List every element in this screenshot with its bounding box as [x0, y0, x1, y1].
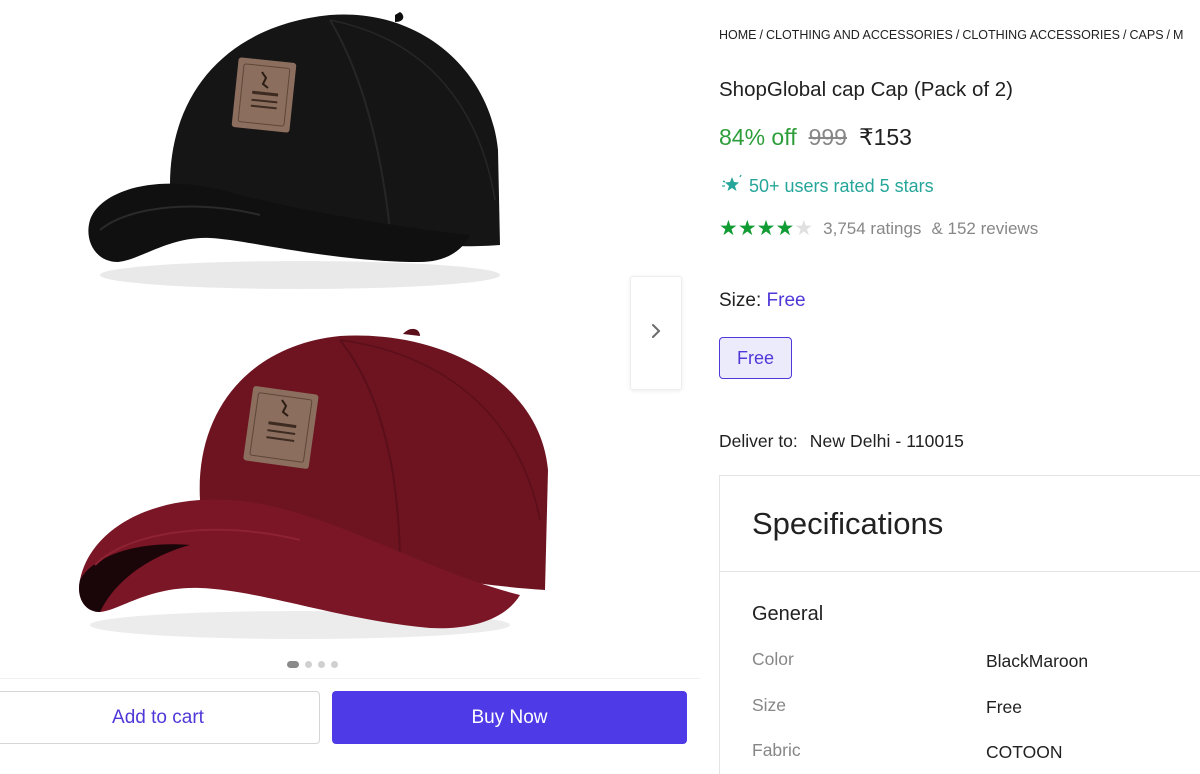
breadcrumb-current[interactable]: M: [1173, 28, 1183, 42]
star-filled-icon: ★: [775, 217, 795, 240]
price-row: 84% off 999 ₹153: [719, 124, 912, 151]
chevron-right-icon: [649, 322, 663, 345]
specifications-heading: Specifications: [720, 476, 1200, 572]
spec-value: Free: [986, 697, 1022, 717]
selling-price: ₹153: [858, 124, 912, 150]
star-filled-icon: ★: [719, 217, 738, 240]
product-title: ShopGlobal cap Cap (Pack of 2): [719, 78, 1013, 101]
breadcrumb: HOME / CLOTHING AND ACCESSORIES / CLOTHING A…: [719, 28, 1184, 42]
buy-now-button[interactable]: Buy Now: [332, 691, 687, 744]
breadcrumb-clothing-accessories[interactable]: CLOTHING ACCESSORIES: [962, 28, 1120, 42]
product-gallery: Add to cart Buy Now: [0, 0, 700, 774]
spec-key: Fabric: [752, 740, 801, 760]
add-to-cart-button[interactable]: Add to cart: [0, 691, 320, 744]
star-empty-icon: ★: [794, 217, 814, 240]
deliver-address: New Delhi - 110015: [809, 431, 964, 451]
rated-badge: 50+ users rated 5 stars: [721, 174, 934, 199]
rated-badge-text: 50+ users rated 5 stars: [749, 176, 934, 196]
carousel-dot[interactable]: [305, 661, 312, 668]
original-price: 999: [808, 124, 847, 150]
delivery-location[interactable]: Deliver to: New Delhi - 110015: [719, 431, 964, 452]
spec-value: BlackMaroon: [986, 651, 1089, 671]
sparkle-star-icon: [721, 174, 743, 199]
carousel-indicators: [287, 661, 338, 668]
star-rating: ★ ★ ★ ★ ★: [719, 218, 813, 239]
rating-summary[interactable]: ★ ★ ★ ★ ★ 3,754 ratings & 152 reviews: [719, 218, 1038, 239]
action-bar: Add to cart Buy Now: [0, 678, 700, 774]
star-filled-icon: ★: [756, 217, 776, 240]
ratings-count: 3,754 ratings: [823, 218, 922, 238]
spec-key: Size: [752, 695, 787, 715]
breadcrumb-home[interactable]: HOME: [719, 28, 757, 42]
next-image-button[interactable]: [630, 276, 682, 390]
breadcrumb-clothing-and-accessories[interactable]: CLOTHING AND ACCESSORIES: [766, 28, 953, 42]
star-filled-icon: ★: [737, 217, 757, 240]
black-cap-image: [88, 12, 500, 289]
size-selector-label: Size: Free: [719, 290, 806, 312]
size-option-free[interactable]: Free: [719, 337, 792, 379]
maroon-cap-image: [79, 328, 548, 639]
reviews-count: & 152 reviews: [931, 218, 1039, 238]
spec-group-title: General: [752, 603, 824, 625]
product-image[interactable]: [0, 0, 640, 655]
specifications-panel: Specifications General Color BlackMaroon…: [719, 475, 1200, 774]
breadcrumb-caps[interactable]: CAPS: [1130, 28, 1164, 42]
selected-size: Free: [766, 290, 806, 311]
discount-percent: 84% off: [719, 124, 797, 150]
carousel-dot[interactable]: [331, 661, 338, 668]
deliver-label: Deliver to:: [719, 431, 798, 451]
product-info: HOME / CLOTHING AND ACCESSORIES / CLOTHING A…: [719, 0, 1200, 774]
spec-key: Color: [752, 649, 794, 669]
carousel-dot[interactable]: [318, 661, 325, 668]
carousel-dot[interactable]: [287, 661, 299, 668]
spec-value: COTOON: [986, 742, 1063, 762]
size-label: Size:: [719, 290, 762, 311]
